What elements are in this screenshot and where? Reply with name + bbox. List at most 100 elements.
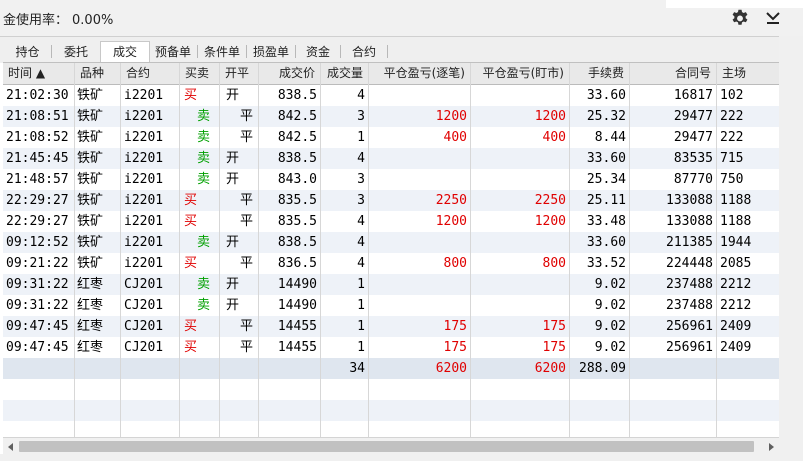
cell-offset: 平 (240, 130, 254, 145)
scrollbar-thumb[interactable] (19, 441, 754, 452)
cell-offset: 开 (226, 235, 240, 250)
cell-offset: 开 (226, 298, 240, 313)
cell-contract: i2201 (124, 193, 164, 208)
column-divider[interactable] (569, 63, 570, 438)
cell-offset: 开 (226, 277, 240, 292)
cell-volume: 4 (357, 214, 365, 229)
column-divider[interactable] (629, 63, 630, 438)
horizontal-scrollbar[interactable] (3, 437, 779, 455)
column-divider[interactable] (470, 63, 471, 438)
cell-price: 836.5 (277, 256, 317, 271)
scroll-right-icon[interactable] (763, 438, 779, 455)
cell-product: 红枣 (77, 319, 104, 334)
cell-pnl-mark: 800 (542, 256, 566, 271)
cell-side: 卖 (197, 277, 211, 292)
cell-time: 09:31:22 (6, 298, 69, 313)
column-divider[interactable] (120, 63, 121, 438)
cell-volume: 3 (357, 109, 365, 124)
cell-pnl-mark: 2250 (534, 193, 566, 208)
tab-funds[interactable]: 资金 (296, 42, 340, 62)
tab-trades[interactable]: 成交 (100, 41, 150, 63)
cell-side: 买 (184, 193, 198, 208)
tab-divider (387, 45, 388, 58)
cell-exchange-no: 2409 (720, 340, 752, 355)
cell-product: 铁矿 (77, 130, 104, 145)
column-header-pnl-mark[interactable]: 平仓盈亏(盯市) (471, 63, 570, 84)
cell-pnl-trade (369, 274, 471, 295)
cell-time: 09:47:45 (6, 319, 69, 334)
cell-contract-no: 133088 (666, 193, 713, 208)
tab-prepared-orders[interactable]: 预备单 (149, 42, 197, 62)
column-divider[interactable] (258, 63, 259, 438)
tab-orders[interactable]: 委托 (52, 42, 100, 62)
cell-contract-no: 211385 (666, 235, 713, 250)
cell-contract: i2201 (124, 256, 164, 271)
scroll-left-icon[interactable] (3, 438, 19, 455)
summary-pnl-mark: 6200 (534, 361, 566, 376)
tab-positions[interactable]: 持仓 (5, 42, 50, 62)
trades-table: 时间 ▲ 品种 合约 买卖 开平 成交价 成交量 平仓盈亏(逐笔) 平仓盈亏(盯市) 手续费 合同号… (3, 62, 779, 438)
cell-exchange-no: 1188 (720, 214, 752, 229)
cell-time: 09:47:45 (6, 340, 69, 355)
cell-exchange-no: 1188 (720, 193, 752, 208)
cell-exchange-no: 222 (720, 109, 744, 124)
column-header-exchange-no[interactable]: 主场 (717, 63, 779, 84)
column-header-contract[interactable]: 合约 (121, 63, 180, 84)
cell-contract-no: 237488 (666, 277, 713, 292)
cell-pnl-trade (369, 169, 471, 190)
cell-contract: CJ201 (124, 340, 164, 355)
cell-price: 842.5 (277, 109, 317, 124)
tab-stop-orders[interactable]: 损盈单 (247, 42, 295, 62)
column-header-volume[interactable]: 成交量 (321, 63, 369, 84)
cell-fee: 25.11 (586, 193, 626, 208)
column-divider[interactable] (219, 63, 220, 438)
cell-exchange-no: 2409 (720, 319, 752, 334)
cell-product: 铁矿 (77, 235, 104, 250)
cell-pnl-trade: 400 (443, 130, 467, 145)
cell-pnl-mark (471, 232, 570, 253)
cell-product: 铁矿 (77, 109, 104, 124)
cell-exchange-no: 2085 (720, 256, 752, 271)
cell-contract-no: 29477 (673, 109, 713, 124)
column-divider[interactable] (74, 63, 75, 438)
cell-contract-no: 256961 (666, 340, 713, 355)
cell-contract-no: 29477 (673, 130, 713, 145)
column-header-time[interactable]: 时间 ▲ (3, 63, 75, 84)
column-header-pnl-trade[interactable]: 平仓盈亏(逐笔) (369, 63, 471, 84)
tab-contracts[interactable]: 合约 (341, 42, 387, 62)
cell-time: 09:21:22 (6, 256, 69, 271)
cell-price: 838.5 (277, 88, 317, 103)
cell-price: 842.5 (277, 130, 317, 145)
cell-contract-no: 83535 (673, 151, 713, 166)
cell-offset: 平 (240, 214, 254, 229)
column-divider[interactable] (716, 63, 717, 438)
column-divider[interactable] (179, 63, 180, 438)
column-divider[interactable] (320, 63, 321, 438)
summary-pnl-trade: 6200 (435, 361, 467, 376)
column-header-offset[interactable]: 开平 (220, 63, 259, 84)
column-header-price[interactable]: 成交价 (259, 63, 321, 84)
cell-side: 卖 (197, 109, 211, 124)
tab-conditional-orders[interactable]: 条件单 (198, 42, 246, 62)
margin-usage-caption: 金使用率： (3, 13, 69, 28)
cell-exchange-no: 222 (720, 130, 744, 145)
chevron-down-icon[interactable] (763, 8, 783, 28)
cell-price: 835.5 (277, 193, 317, 208)
column-header-contract-no[interactable]: 合同号 (630, 63, 717, 84)
cell-pnl-trade: 175 (443, 319, 467, 334)
cell-fee: 33.52 (586, 256, 626, 271)
gear-icon[interactable] (729, 7, 751, 29)
column-header-fee[interactable]: 手续费 (570, 63, 630, 84)
cell-pnl-trade: 175 (443, 340, 467, 355)
cell-time: 22:29:27 (6, 214, 69, 229)
column-divider[interactable] (368, 63, 369, 438)
column-header-product[interactable]: 品种 (75, 63, 121, 84)
cell-volume: 1 (357, 319, 365, 334)
margin-usage-value: 0.00% (72, 13, 114, 28)
cell-product: 铁矿 (77, 256, 104, 271)
cell-contract: i2201 (124, 172, 164, 187)
cell-volume: 1 (357, 277, 365, 292)
column-header-side[interactable]: 买卖 (180, 63, 220, 84)
cell-contract: CJ201 (124, 277, 164, 292)
cell-time: 09:12:52 (6, 235, 69, 250)
